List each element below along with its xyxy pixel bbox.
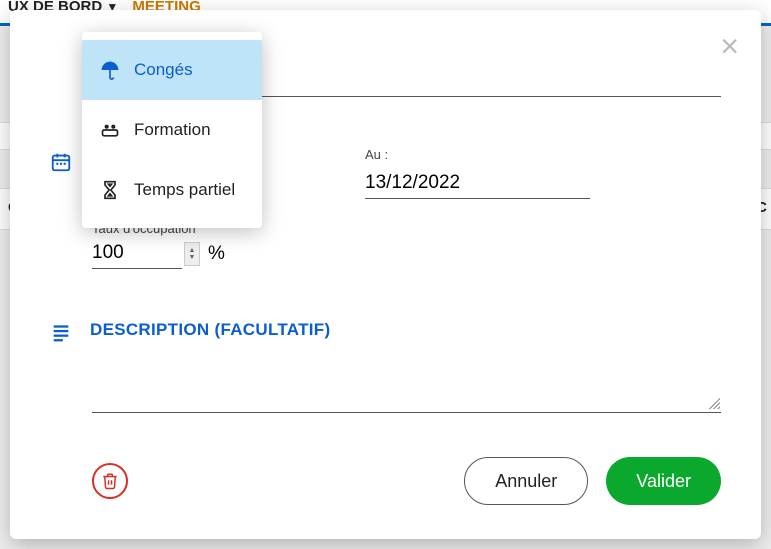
dropdown-item-label: Congés bbox=[134, 60, 193, 80]
date-to-input[interactable] bbox=[365, 168, 590, 199]
dropdown-item-conges[interactable]: Congés bbox=[82, 40, 262, 100]
number-stepper[interactable]: ▲▼ bbox=[184, 242, 200, 266]
description-textarea[interactable] bbox=[92, 359, 721, 413]
people-icon bbox=[100, 120, 120, 140]
description-label: DESCRIPTION (FACULTATIF) bbox=[90, 320, 330, 340]
validate-button[interactable]: Valider bbox=[606, 457, 721, 505]
close-icon[interactable]: × bbox=[720, 30, 739, 62]
dropdown-item-label: Temps partiel bbox=[134, 180, 235, 200]
dropdown-item-label: Formation bbox=[134, 120, 211, 140]
occupation-rate-input[interactable] bbox=[92, 238, 182, 269]
hourglass-icon bbox=[100, 180, 120, 200]
dropdown-item-temps-partiel[interactable]: Temps partiel bbox=[82, 160, 262, 220]
description-icon bbox=[50, 321, 72, 343]
dropdown-item-formation[interactable]: Formation bbox=[82, 100, 262, 160]
type-dropdown: Congés Formation Temps partiel bbox=[82, 32, 262, 228]
umbrella-icon bbox=[100, 60, 120, 80]
resize-handle-icon[interactable] bbox=[707, 396, 721, 410]
cancel-button[interactable]: Annuler bbox=[464, 457, 588, 505]
delete-button[interactable] bbox=[92, 463, 128, 499]
percent-unit: % bbox=[208, 243, 225, 265]
calendar-icon bbox=[50, 151, 72, 173]
date-to-label: Au : bbox=[365, 147, 590, 162]
